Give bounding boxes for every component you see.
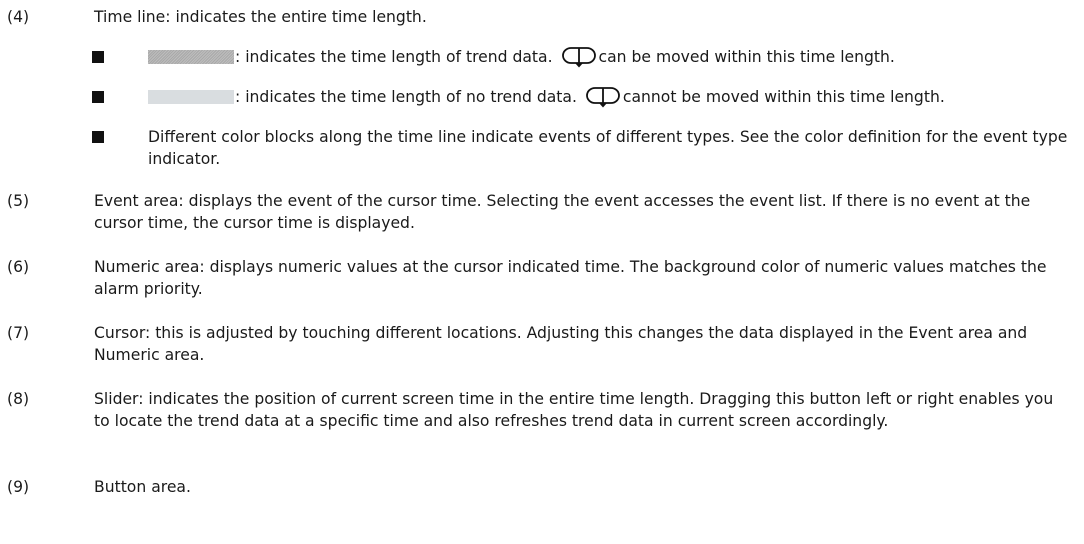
item-number: (9) bbox=[7, 478, 30, 496]
cursor-handle-icon bbox=[586, 87, 620, 108]
item-text: Numeric area: displays numeric values at… bbox=[94, 258, 1047, 298]
bullet-text-after-icon: can be moved within this time length. bbox=[598, 48, 895, 66]
bullet-square-icon bbox=[92, 131, 104, 143]
bullet-text: Different color blocks along the time li… bbox=[148, 128, 1068, 168]
item-text: Button area. bbox=[94, 478, 191, 496]
item-text: Event area: displays the event of the cu… bbox=[94, 192, 1031, 232]
item-number: (7) bbox=[7, 324, 30, 342]
bullet-square-icon bbox=[92, 91, 104, 103]
bullet-text-after-icon: cannot be moved within this time length. bbox=[622, 88, 945, 106]
item-text: Slider: indicates the position of curren… bbox=[94, 390, 1054, 430]
no-trend-data-swatch bbox=[148, 90, 234, 104]
trend-data-swatch bbox=[148, 50, 234, 64]
item-number: (5) bbox=[7, 192, 30, 210]
item-number: (6) bbox=[7, 258, 30, 276]
bullet-text: : indicates the time length of no trend … bbox=[235, 88, 577, 106]
bullet-text: : indicates the time length of trend dat… bbox=[235, 48, 553, 66]
item-text: Time line: indicates the entire time len… bbox=[94, 8, 427, 26]
cursor-handle-icon bbox=[561, 47, 596, 68]
item-number: (8) bbox=[7, 390, 30, 408]
item-text: Cursor: this is adjusted by touching dif… bbox=[94, 324, 1028, 364]
bullet-square-icon bbox=[92, 51, 104, 63]
item-number: (4) bbox=[7, 8, 30, 26]
